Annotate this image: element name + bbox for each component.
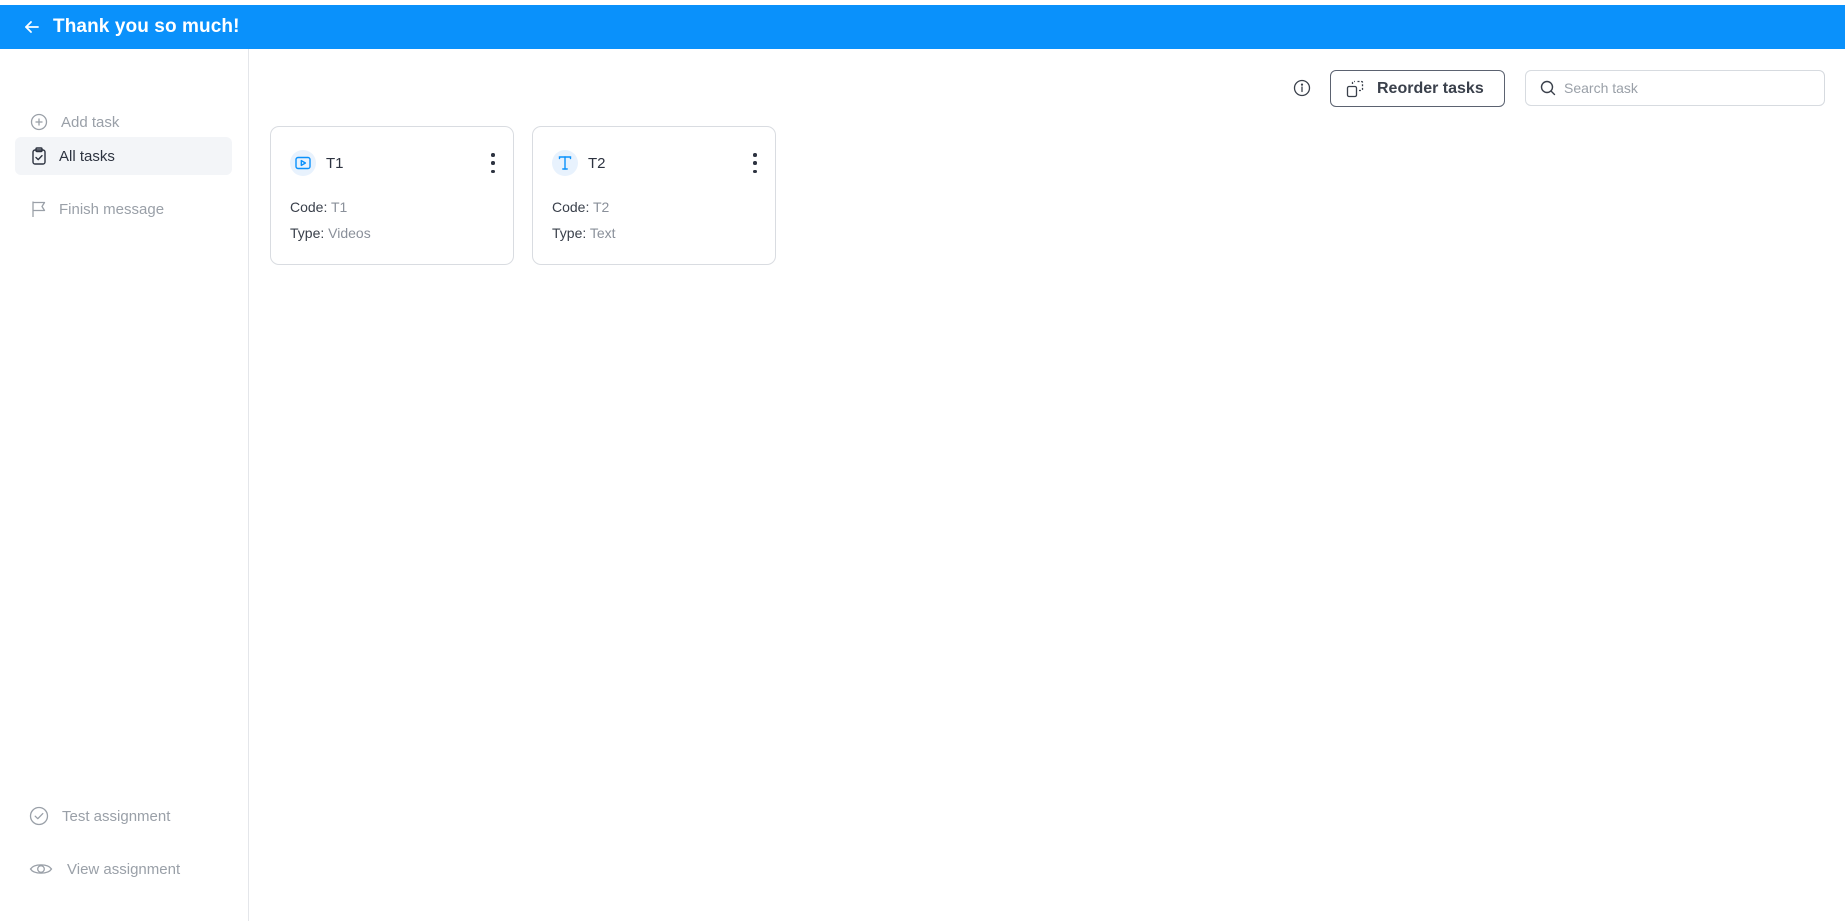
task-type-value: Text [589, 225, 616, 241]
sidebar: Add task All tasks Finish message Test a… [0, 49, 249, 921]
page-title: Thank you so much! [53, 16, 240, 37]
task-code-label: Code: [290, 199, 328, 215]
sidebar-item-finish-message[interactable]: Finish message [15, 190, 232, 228]
task-type-label: Type: [552, 225, 587, 241]
flag-icon [29, 199, 49, 219]
clipboard-check-icon [29, 146, 49, 166]
sidebar-item-label: Test assignment [62, 807, 171, 825]
sidebar-item-view-assignment[interactable]: View assignment [15, 850, 232, 888]
sidebar-item-label: All tasks [59, 147, 115, 165]
sidebar-item-label: View assignment [67, 860, 181, 878]
video-icon [290, 150, 316, 176]
sidebar-item-test-assignment[interactable]: Test assignment [15, 797, 232, 835]
task-type-row: Type: Videos [290, 225, 371, 241]
search-box [1525, 70, 1825, 106]
task-name: T1 [326, 154, 344, 172]
task-card[interactable]: T2 Code: T2 Type: Text [532, 126, 776, 265]
reorder-tasks-label: Reorder tasks [1377, 79, 1484, 97]
task-type-row: Type: Text [552, 225, 616, 241]
sidebar-item-all-tasks[interactable]: All tasks [15, 137, 232, 175]
reorder-icon [1346, 80, 1364, 98]
sidebar-item-add-task[interactable]: Add task [15, 103, 232, 141]
reorder-tasks-button[interactable]: Reorder tasks [1330, 70, 1505, 107]
search-input[interactable] [1564, 80, 1814, 96]
task-code-row: Code: T2 [552, 199, 609, 215]
text-icon [552, 150, 578, 176]
more-options-icon[interactable] [489, 153, 497, 173]
info-icon[interactable] [1292, 78, 1312, 98]
task-code-value: T2 [593, 199, 610, 215]
check-circle-icon [29, 806, 49, 826]
task-code-label: Code: [552, 199, 590, 215]
search-icon [1540, 80, 1556, 96]
plus-circle-icon [29, 112, 49, 132]
sidebar-item-label: Add task [61, 113, 120, 131]
task-type-label: Type: [290, 225, 325, 241]
top-bar: Thank you so much! [0, 5, 1845, 49]
task-code-row: Code: T1 [290, 199, 347, 215]
task-type-value: Videos [328, 225, 371, 241]
more-options-icon[interactable] [751, 153, 759, 173]
task-name: T2 [588, 154, 606, 172]
back-arrow-icon[interactable] [22, 17, 42, 37]
task-card[interactable]: T1 Code: T1 Type: Videos [270, 126, 514, 265]
task-code-value: T1 [331, 199, 348, 215]
eye-icon [29, 859, 53, 879]
sidebar-item-label: Finish message [59, 200, 165, 218]
